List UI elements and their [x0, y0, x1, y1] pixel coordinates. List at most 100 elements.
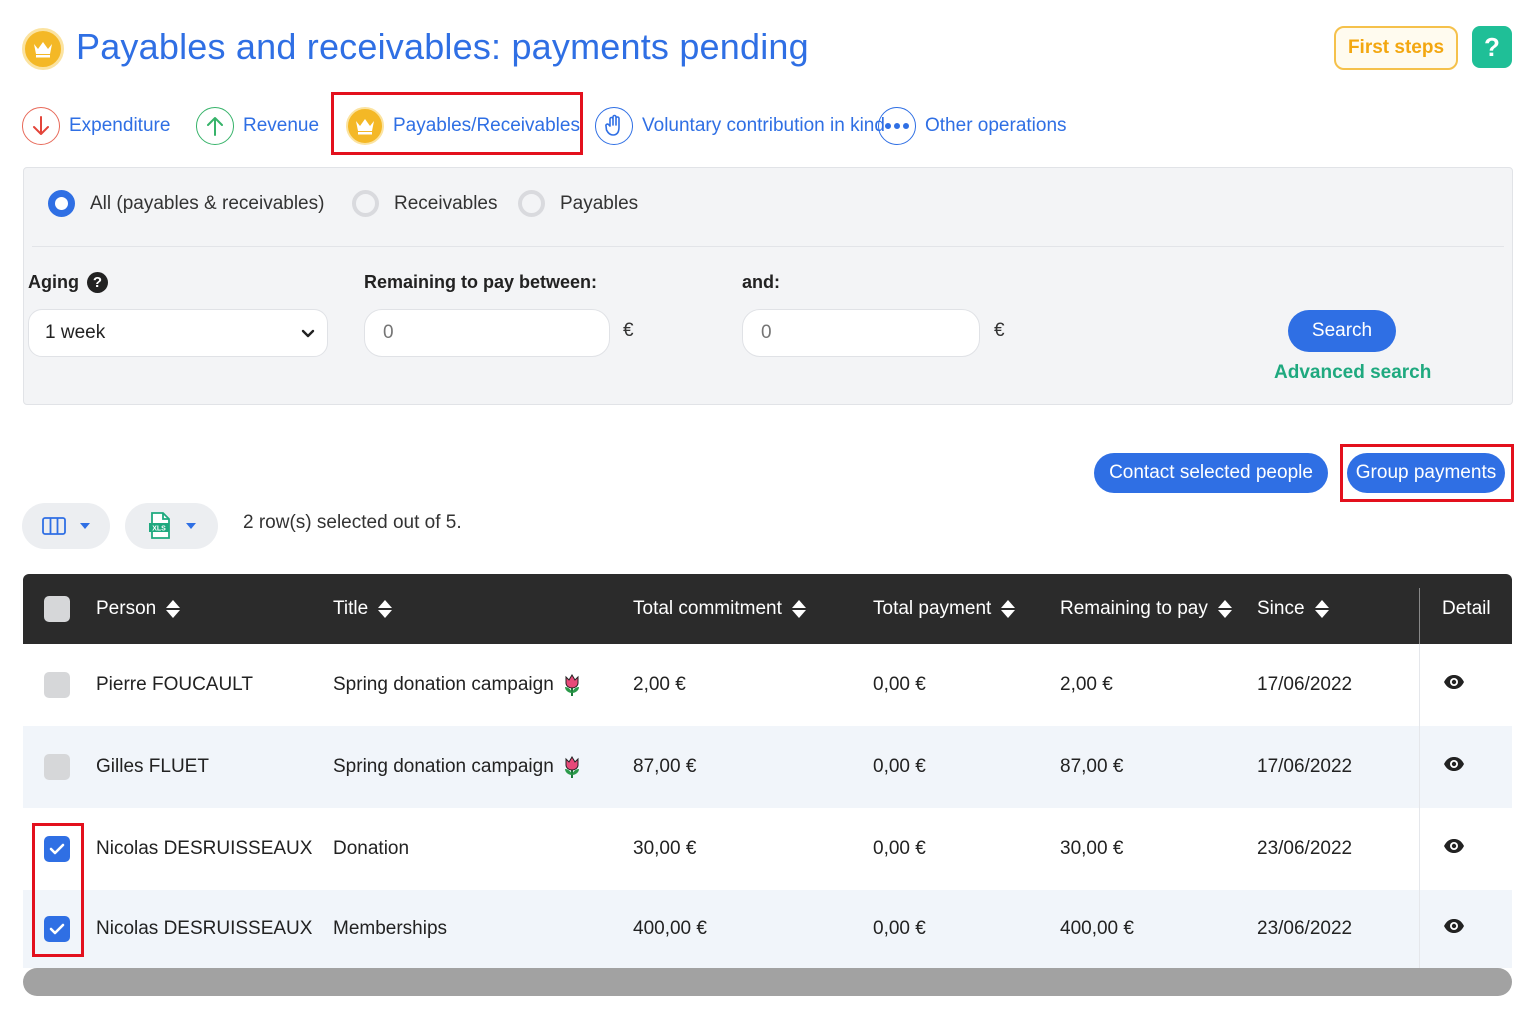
aging-select-value: 1 week — [45, 322, 106, 343]
remaining-max-input[interactable] — [742, 309, 980, 357]
row-checkbox[interactable] — [44, 672, 70, 698]
column-header-since[interactable]: Since — [1257, 574, 1329, 644]
remaining-min-input[interactable] — [364, 309, 610, 357]
select-all-checkbox[interactable] — [44, 596, 70, 622]
column-header-person[interactable]: Person — [96, 574, 181, 644]
column-label: Person — [96, 598, 157, 619]
columns-icon — [42, 517, 66, 535]
sort-icon — [1314, 600, 1329, 618]
highlight-frame-tab — [331, 92, 583, 155]
search-button[interactable]: Search — [1288, 310, 1396, 352]
eye-icon[interactable] — [1443, 917, 1465, 935]
help-button[interactable]: ? — [1472, 26, 1512, 68]
column-label: Title — [333, 598, 369, 619]
column-label: Total commitment — [633, 598, 782, 619]
excel-file-icon: XLS — [148, 512, 170, 539]
caret-down-icon — [80, 523, 90, 529]
column-divider — [1419, 588, 1420, 644]
cell-title: Donation — [333, 838, 410, 859]
question-icon[interactable]: ? — [87, 272, 108, 293]
table-row: Pierre FOUCAULT Spring donation campaign… — [23, 644, 1512, 726]
sort-icon — [378, 600, 393, 618]
column-header-title[interactable]: Title — [333, 574, 393, 644]
cell-since: 17/06/2022 — [1257, 674, 1353, 695]
radio-receivables[interactable]: Receivables — [352, 190, 498, 217]
cell-person: Nicolas DESRUISSEAUX — [96, 838, 313, 859]
sort-icon — [166, 600, 181, 618]
cell-title: Memberships — [333, 918, 448, 939]
divider — [32, 246, 1504, 247]
cell-total-payment: 0,00 € — [873, 838, 926, 859]
more-dots-icon — [878, 107, 916, 145]
currency-label: € — [994, 320, 1005, 341]
cell-total-commitment: 2,00 € — [633, 674, 686, 695]
svg-text:XLS: XLS — [152, 526, 166, 533]
aging-label-text: Aging — [28, 272, 79, 292]
cell-total-commitment: 400,00 € — [633, 918, 707, 939]
tab-label: Revenue — [243, 115, 320, 136]
aging-label: Aging ? — [28, 272, 108, 293]
type-radio-group: All (payables & receivables) Receivables… — [48, 190, 848, 222]
radio-label: All (payables & receivables) — [90, 192, 325, 214]
first-steps-button[interactable]: First steps — [1334, 26, 1458, 70]
advanced-search-link[interactable]: Advanced search — [1274, 362, 1431, 384]
cell-remaining-to-pay: 2,00 € — [1060, 674, 1113, 695]
column-divider — [1419, 726, 1420, 808]
sort-icon — [791, 600, 806, 618]
tab-voluntary-contribution[interactable]: Voluntary contribution in kind — [595, 104, 885, 148]
page-header: Payables and receivables: payments pendi… — [22, 24, 1514, 74]
column-divider — [1419, 644, 1420, 726]
tab-revenue[interactable]: Revenue — [196, 104, 319, 148]
tab-other-operations[interactable]: Other operations — [878, 104, 1067, 148]
tab-expenditure[interactable]: Expenditure — [22, 104, 170, 148]
eye-icon[interactable] — [1443, 755, 1465, 773]
contact-selected-people-button[interactable]: Contact selected people — [1094, 453, 1328, 493]
cell-remaining-to-pay: 30,00 € — [1060, 838, 1124, 859]
column-header-total-payment[interactable]: Total payment — [873, 574, 1016, 644]
aging-select[interactable]: 1 week — [28, 309, 328, 357]
cell-total-commitment: 87,00 € — [633, 756, 697, 777]
hand-icon — [595, 107, 633, 145]
tulip-icon — [564, 756, 579, 778]
page-title: Payables and receivables: payments pendi… — [76, 26, 809, 67]
chevron-down-icon — [301, 329, 315, 338]
radio-unchecked-icon — [518, 190, 545, 217]
table-row: Nicolas DESRUISSEAUX Donation 30,00 € 0,… — [23, 808, 1512, 890]
export-excel-button[interactable]: XLS — [125, 503, 218, 549]
cell-total-commitment: 30,00 € — [633, 838, 697, 859]
column-label: Since — [1257, 598, 1305, 619]
radio-label: Payables — [560, 192, 639, 214]
tab-label: Expenditure — [69, 115, 171, 136]
column-header-total-commitment[interactable]: Total commitment — [633, 574, 806, 644]
cell-title-text: Spring donation campaign — [333, 756, 554, 777]
arrow-down-icon — [22, 107, 60, 145]
cell-person: Pierre FOUCAULT — [96, 674, 253, 695]
column-header-remaining-to-pay[interactable]: Remaining to pay — [1060, 574, 1232, 644]
cell-since: 23/06/2022 — [1257, 918, 1353, 939]
eye-icon[interactable] — [1443, 673, 1465, 691]
radio-payables[interactable]: Payables — [518, 190, 638, 217]
column-label: Remaining to pay — [1060, 598, 1208, 619]
caret-down-icon — [185, 523, 196, 529]
cell-since: 17/06/2022 — [1257, 756, 1353, 777]
payments-table: Person Title Total commitment Total paym… — [23, 574, 1512, 968]
cell-since: 23/06/2022 — [1257, 838, 1353, 859]
table-row: Gilles FLUET Spring donation campaign 87… — [23, 726, 1512, 808]
sort-icon — [1001, 600, 1016, 618]
column-label: Total payment — [873, 598, 992, 619]
crown-icon — [22, 28, 64, 70]
cell-title-text: Spring donation campaign — [333, 674, 554, 695]
row-checkbox[interactable] — [44, 754, 70, 780]
cell-remaining-to-pay: 400,00 € — [1060, 918, 1134, 939]
columns-toggle-button[interactable] — [22, 503, 110, 549]
eye-icon[interactable] — [1443, 837, 1465, 855]
cell-remaining-to-pay: 87,00 € — [1060, 756, 1124, 777]
radio-all[interactable]: All (payables & receivables) — [48, 190, 324, 217]
cell-total-payment: 0,00 € — [873, 918, 926, 939]
column-divider — [1419, 808, 1420, 890]
filter-panel: All (payables & receivables) Receivables… — [23, 167, 1513, 405]
cell-title: Spring donation campaign — [333, 726, 582, 808]
horizontal-scrollbar[interactable] — [23, 968, 1512, 996]
radio-unchecked-icon — [352, 190, 379, 217]
cell-person: Nicolas DESRUISSEAUX — [96, 918, 313, 939]
